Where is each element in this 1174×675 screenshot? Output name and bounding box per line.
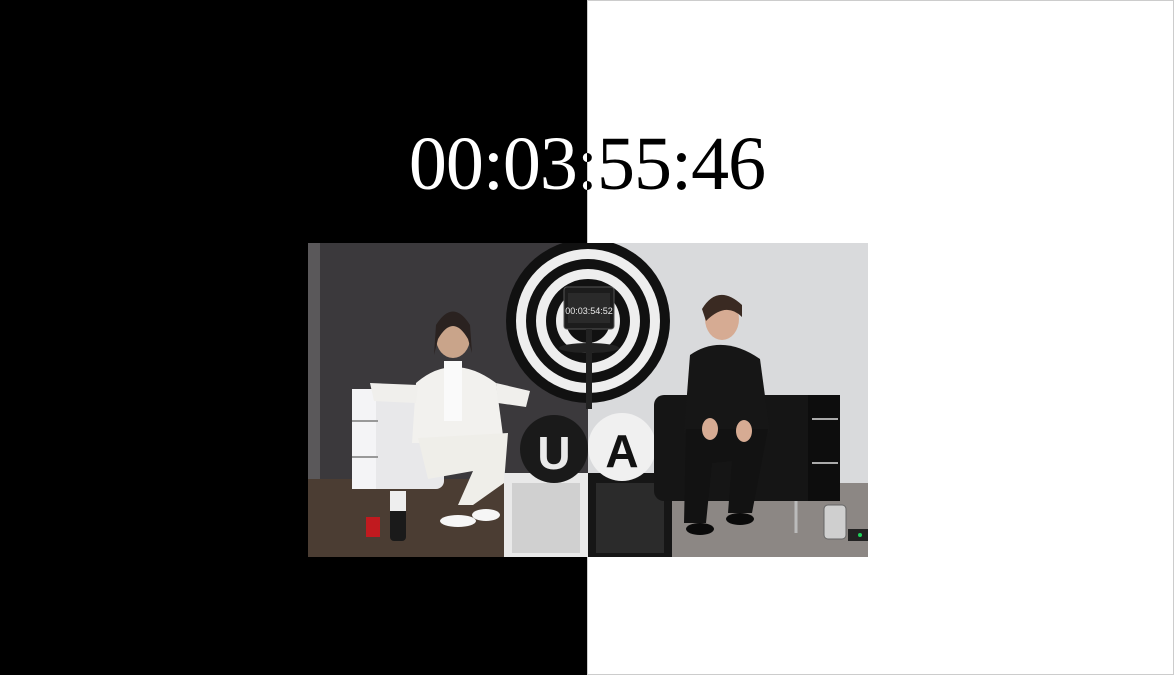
countdown-timer: 00:03:55:46 00:03:55:46 [0, 118, 1174, 218]
video-frame: 00:03:54:52 U A [308, 243, 868, 557]
video-scene-image: 00:03:54:52 U A [308, 243, 868, 557]
monitor-timer-text: 00:03:54:52 [565, 306, 613, 316]
rose-box-u: U [520, 415, 588, 483]
rose-letter-u: U [537, 427, 570, 479]
rose-box-a: A [588, 413, 656, 481]
rose-letter-a: A [605, 425, 638, 477]
